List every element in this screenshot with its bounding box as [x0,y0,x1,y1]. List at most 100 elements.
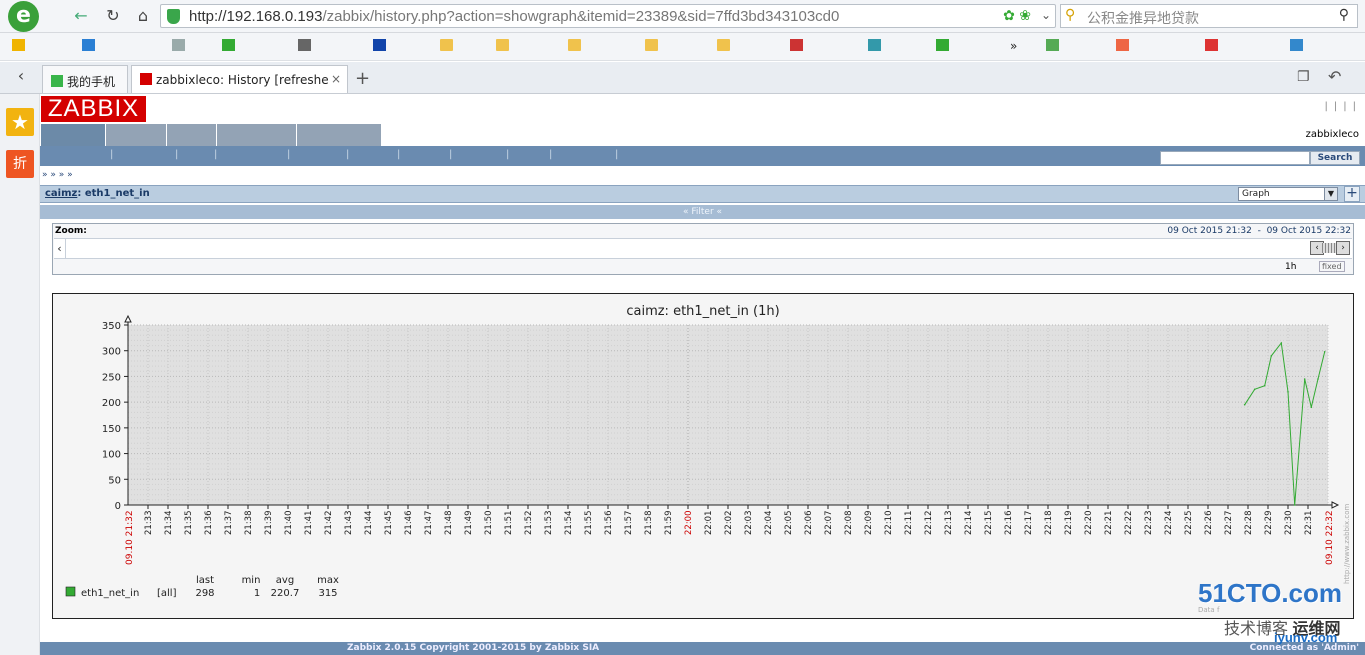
x-tick-label: 22:20 [1084,511,1094,536]
x-tick-label: 22:03 [744,511,754,536]
bookmark-icon [222,39,235,51]
main-menu-reports[interactable] [167,124,216,146]
browser-side-strip: ★ 折 [0,94,40,655]
x-tick-label: 21:54 [564,511,574,536]
bookmark-icon [82,39,95,51]
bookmark-icon [1205,39,1218,51]
host-link[interactable]: caimz [45,188,77,199]
bookmarks-overflow-icon[interactable]: » [1010,39,1017,53]
menu-separator: | [549,149,553,160]
search-icon[interactable]: ⚲ [1339,7,1349,23]
y-tick-label: 100 [102,450,121,461]
x-tick-label: 22:22 [1124,511,1134,536]
y-tick-label: 200 [102,398,121,409]
undo-close-tab-icon[interactable]: ↶ [1328,67,1341,86]
reload-icon[interactable]: ↻ [102,6,124,26]
x-tick-label: 22:31 [1304,511,1314,536]
folder-icon [717,39,730,51]
bookmark-item[interactable] [298,39,314,53]
bookmark-item[interactable] [1116,39,1132,53]
browser-address-bar: e ← ↻ ⌂ http://192.168.0.193/zabbix/hist… [0,0,1365,33]
x-tick-label: 21:47 [424,511,434,536]
bookmark-item[interactable] [82,39,98,53]
new-tab-button[interactable]: + [355,68,370,89]
bookmark-icon [936,39,949,51]
x-tick-label: 22:15 [984,511,994,536]
data-point [1303,378,1306,380]
menu-separator: | [397,149,401,160]
bookmark-item[interactable] [717,39,733,53]
bookmark-item[interactable] [1205,39,1221,53]
breadcrumb-separator: » [50,170,59,180]
tab-my-phone[interactable]: 我的手机 [42,65,128,93]
phone-icon [51,75,63,87]
bookmark-item[interactable] [790,39,806,53]
link-separator: | [1333,101,1338,112]
add-to-favourites-button[interactable]: + [1344,186,1360,202]
bookmark-item[interactable] [440,39,456,53]
close-tab-icon[interactable]: × [331,72,341,86]
bookmark-icon [1290,39,1303,51]
discount-icon[interactable]: 折 [6,150,34,178]
bookmark-item[interactable] [645,39,661,53]
x-tick-label: 22:06 [804,511,814,536]
bookmark-item[interactable] [568,39,584,53]
x-end_label: 09.10 22:32 [1325,510,1335,565]
chart-title: caimz: eth1_net_in (1h) [626,304,779,319]
x-tick-label: 21:44 [364,511,374,536]
tab-list-icon[interactable]: ❐ [1297,69,1310,85]
main-menu-administration[interactable] [297,124,381,146]
menu-separator: | [175,149,179,160]
tab-zabbix-history[interactable]: zabbixleco: History [refreshe × [131,65,348,93]
zabbix-search-button[interactable]: Search [1310,151,1360,165]
page-title: caimz: eth1_net_in [45,188,150,199]
browser-search-input[interactable]: ⚲ 公积金推异地贷款 ⚲ [1060,4,1358,28]
main-menu-monitoring[interactable] [41,124,105,146]
period-nav-row [55,262,140,272]
x-tick-label: 22:24 [1164,511,1174,536]
x-tick-label: 21:50 [484,511,494,536]
main-menu-inventory[interactable] [106,124,166,146]
url-input[interactable]: http://192.168.0.193/zabbix/history.php?… [160,4,1056,28]
url-dropdown-chevron-icon[interactable]: ⌄ [1036,4,1056,28]
legend-scope: [all] [157,588,177,599]
bookmark-item[interactable] [936,39,952,53]
fixed-toggle[interactable]: fixed [1319,261,1345,272]
zoom-label: Zoom: [55,226,87,236]
bookmark-item[interactable] [222,39,238,53]
url-status-icons[interactable]: ✿ ❀ [1003,8,1031,24]
scroll-left-arrow-icon[interactable]: ‹ [54,239,66,258]
home-icon[interactable]: ⌂ [132,6,154,26]
x-tick-label: 21:51 [504,511,514,536]
search-engine-icon: ⚲ [1065,7,1076,23]
legend-series-name: eth1_net_in [81,588,139,599]
menu-separator: | [287,149,291,160]
period-handle[interactable]: ‹ › [1310,241,1350,256]
x-tick-label: 21:49 [464,511,474,536]
zabbix-logo[interactable]: ZABBIX [41,96,146,122]
y-tick-label: 150 [102,424,121,435]
bookmark-item[interactable] [1290,39,1306,53]
bookmark-item[interactable] [868,39,884,53]
resize-right-handle-icon[interactable]: › [1336,241,1350,255]
tab-strip: ‹ 我的手机 zabbixleco: History [refreshe × +… [0,62,1365,94]
main-menu-configuration[interactable] [217,124,296,146]
sidebar-toggle-icon[interactable]: ‹ [10,66,32,86]
bookmark-icon [172,39,185,51]
bookmark-item[interactable] [496,39,512,53]
bookmark-item[interactable] [373,39,389,53]
favorites-star-icon[interactable]: ★ [6,108,34,136]
x-tick-label: 22:21 [1104,511,1114,536]
zabbix-search-input[interactable] [1160,151,1310,165]
view-type-select[interactable]: Graph ▼ [1238,187,1338,201]
bookmark-item[interactable] [172,39,188,53]
security-shield-icon [167,9,180,24]
footer-copyright: Zabbix 2.0.15 Copyright 2001-2015 by Zab… [347,643,600,653]
x-tick-label: 21:52 [524,511,534,536]
bookmark-item[interactable] [12,39,28,53]
bookmark-item[interactable] [1046,39,1062,53]
timeline-scrollbar[interactable]: ‹ ‹ › [54,238,1352,259]
filter-toggle[interactable]: « Filter « [40,205,1365,219]
back-arrow-icon[interactable]: ← [70,6,92,26]
breadcrumb-separator: » [58,170,68,180]
